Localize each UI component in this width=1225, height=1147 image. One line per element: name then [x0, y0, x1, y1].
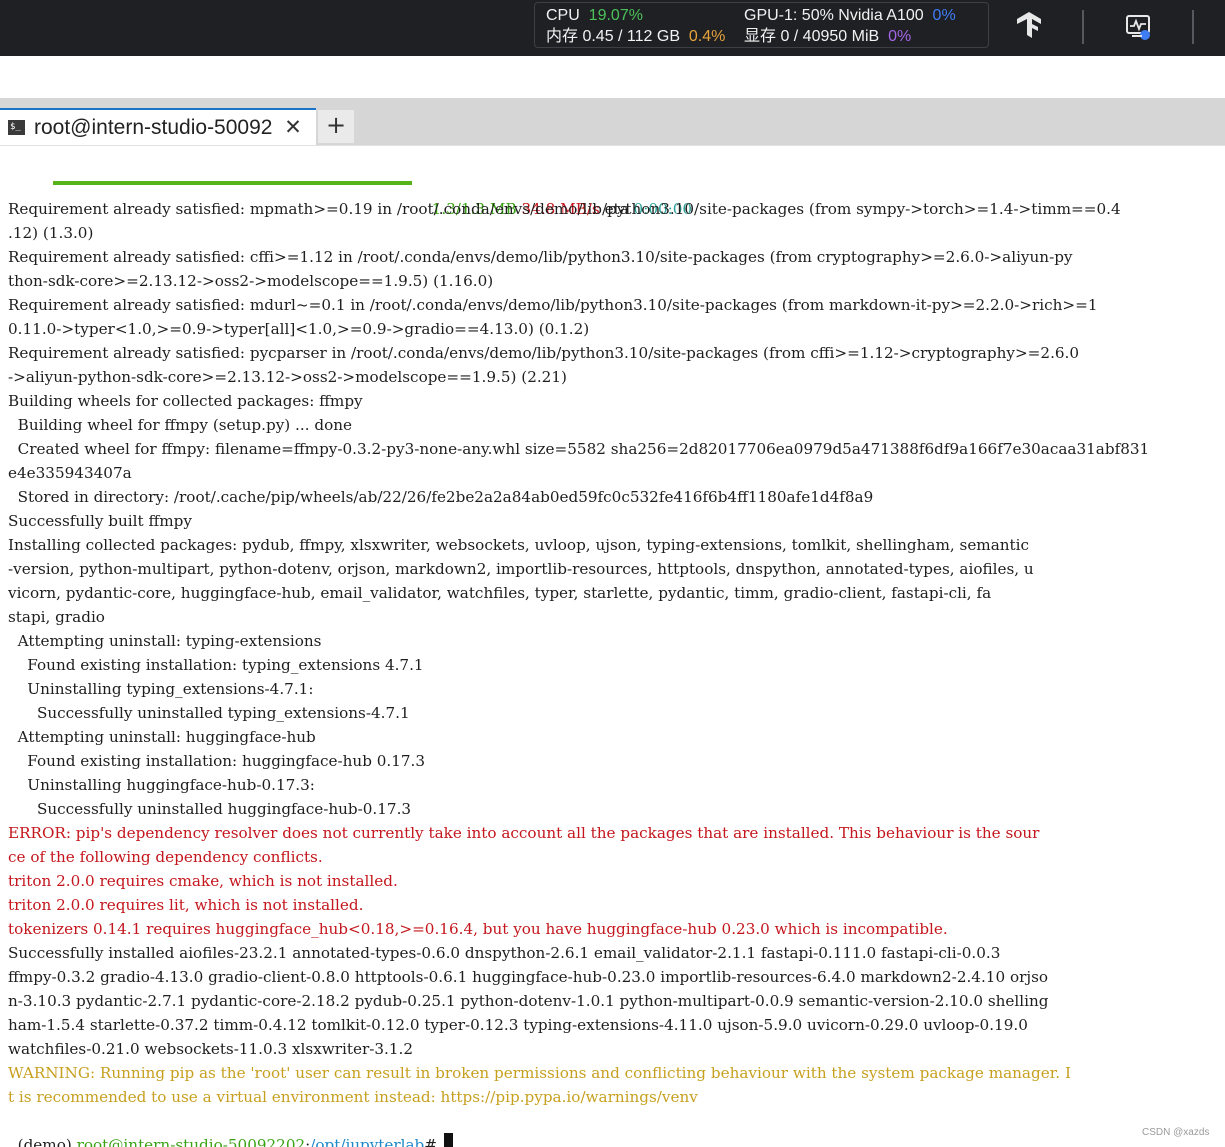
prompt-path: /opt/jupyterlab	[310, 1136, 425, 1147]
memory-stat: 内存 0.45 / 112 GB 0.4%	[546, 27, 725, 47]
download-progress-text: 1.3/1.3 MB 34.8 MB/s eta 0:00:00	[422, 173, 692, 218]
new-tab-button[interactable]: +	[318, 110, 354, 143]
vram-label: 显存 0 / 40950 MiB	[744, 28, 880, 45]
terminal-line: Requirement already satisfied: mpmath>=0…	[8, 200, 1121, 218]
error-line: triton 2.0.0 requires cmake, which is no…	[8, 872, 398, 890]
terminal-line: Uninstalling huggingface-hub-0.17.3:	[8, 776, 315, 794]
terminal-line: thon-sdk-core>=2.13.12->oss2->modelscope…	[8, 272, 494, 290]
vram-value: 0%	[888, 28, 912, 45]
terminal-line: Successfully built ffmpy	[8, 512, 192, 530]
terminal-line: Uninstalling typing_extensions-4.7.1:	[8, 680, 314, 698]
terminal-line: ->aliyun-python-sdk-core>=2.13.12->oss2-…	[8, 368, 567, 386]
terminal-line: Requirement already satisfied: pycparser…	[8, 344, 1080, 362]
terminal-tab-label: root@intern-studio-50092	[34, 116, 273, 139]
terminal-line: Requirement already satisfied: cffi>=1.1…	[8, 248, 1073, 266]
terminal-line: -version, python-multipart, python-doten…	[8, 560, 1034, 578]
header-spacer	[0, 56, 1225, 98]
cpu-stat: CPU 19.07%	[546, 6, 643, 26]
terminal-line: Installing collected packages: pydub, ff…	[8, 536, 1030, 554]
close-icon[interactable]: ✕	[282, 115, 304, 139]
toolbar-divider	[1082, 10, 1084, 44]
cpu-label: CPU	[546, 7, 580, 24]
prompt-symbol: #	[424, 1136, 442, 1147]
resource-monitor-icon[interactable]	[1124, 12, 1154, 42]
terminal-line: Building wheel for ffmpy (setup.py) ... …	[8, 416, 352, 434]
terminal-line: Found existing installation: huggingface…	[8, 752, 426, 770]
terminal-line: Created wheel for ffmpy: filename=ffmpy-…	[8, 440, 1150, 458]
watermark: CSDN @xazds	[1142, 1127, 1210, 1138]
terminal-line: stapi, gradio	[8, 608, 105, 626]
memory-label: 内存 0.45 / 112 GB	[546, 28, 680, 45]
cpu-value: 19.07%	[588, 7, 643, 24]
terminal-tab[interactable]: $_ root@intern-studio-50092 ✕	[0, 108, 316, 145]
vram-stat: 显存 0 / 40950 MiB 0%	[744, 27, 911, 47]
terminal-line: Attempting uninstall: huggingface-hub	[8, 728, 316, 746]
terminal-line: Found existing installation: typing_exte…	[8, 656, 424, 674]
tensorflow-icon[interactable]	[1014, 10, 1044, 40]
tab-separator	[0, 145, 1225, 157]
terminal-line: Successfully installed aiofiles-23.2.1 a…	[8, 944, 1001, 962]
conda-env: (demo)	[17, 1136, 77, 1147]
terminal-cursor	[443, 1133, 453, 1147]
terminal-line: Requirement already satisfied: mdurl~=0.…	[8, 296, 1098, 314]
error-line: ERROR: pip's dependency resolver does no…	[8, 824, 1040, 842]
terminal-line: 0.11.0->typer<1.0,>=0.9->typer[all]<1.0,…	[8, 320, 590, 338]
download-progress-bar	[53, 181, 412, 185]
terminal-line: n-3.10.3 pydantic-2.7.1 pydantic-core-2.…	[8, 992, 1049, 1010]
tab-bar: $_ root@intern-studio-50092 ✕ +	[0, 98, 1225, 145]
shell-prompt[interactable]: (demo) root@intern-studio-50092202:/opt/…	[8, 1109, 453, 1147]
error-line: triton 2.0.0 requires lit, which is not …	[8, 896, 364, 914]
gpu-label: GPU-1: 50% Nvidia A100	[744, 7, 924, 24]
terminal-line: Stored in directory: /root/.cache/pip/wh…	[8, 488, 874, 506]
terminal-line: e4e335943407a	[8, 464, 132, 482]
system-status-bar: CPU 19.07% 内存 0.45 / 112 GB 0.4% GPU-1: …	[0, 0, 1225, 56]
terminal-line: Successfully uninstalled typing_extensio…	[8, 704, 410, 722]
terminal-line: ham-1.5.4 starlette-0.37.2 timm-0.4.12 t…	[8, 1016, 1028, 1034]
terminal-line: watchfiles-0.21.0 websockets-11.0.3 xlsx…	[8, 1040, 414, 1058]
gpu-stat: GPU-1: 50% Nvidia A100 0%	[744, 6, 956, 26]
terminal-line: Attempting uninstall: typing-extensions	[8, 632, 322, 650]
prompt-user-host: root@intern-studio-50092202	[76, 1136, 306, 1147]
terminal-line: Building wheels for collected packages: …	[8, 392, 363, 410]
error-line: ce of the following dependency conflicts…	[8, 848, 323, 866]
terminal-line: vicorn, pydantic-core, huggingface-hub, …	[8, 584, 992, 602]
terminal-line: Successfully uninstalled huggingface-hub…	[8, 800, 412, 818]
gpu-value: 0%	[932, 7, 956, 24]
error-line: tokenizers 0.14.1 requires huggingface_h…	[8, 920, 948, 938]
terminal-icon: $_	[8, 120, 25, 135]
warning-line: t is recommended to use a virtual enviro…	[8, 1088, 698, 1106]
memory-value: 0.4%	[688, 28, 726, 45]
warning-line: WARNING: Running pip as the 'root' user …	[8, 1064, 1071, 1082]
terminal-line: .12) (1.3.0)	[8, 224, 94, 242]
toolbar-divider	[1192, 10, 1194, 44]
resource-stats-panel[interactable]: CPU 19.07% 内存 0.45 / 112 GB 0.4% GPU-1: …	[534, 2, 989, 48]
terminal-line: ffmpy-0.3.2 gradio-4.13.0 gradio-client-…	[8, 968, 1049, 986]
